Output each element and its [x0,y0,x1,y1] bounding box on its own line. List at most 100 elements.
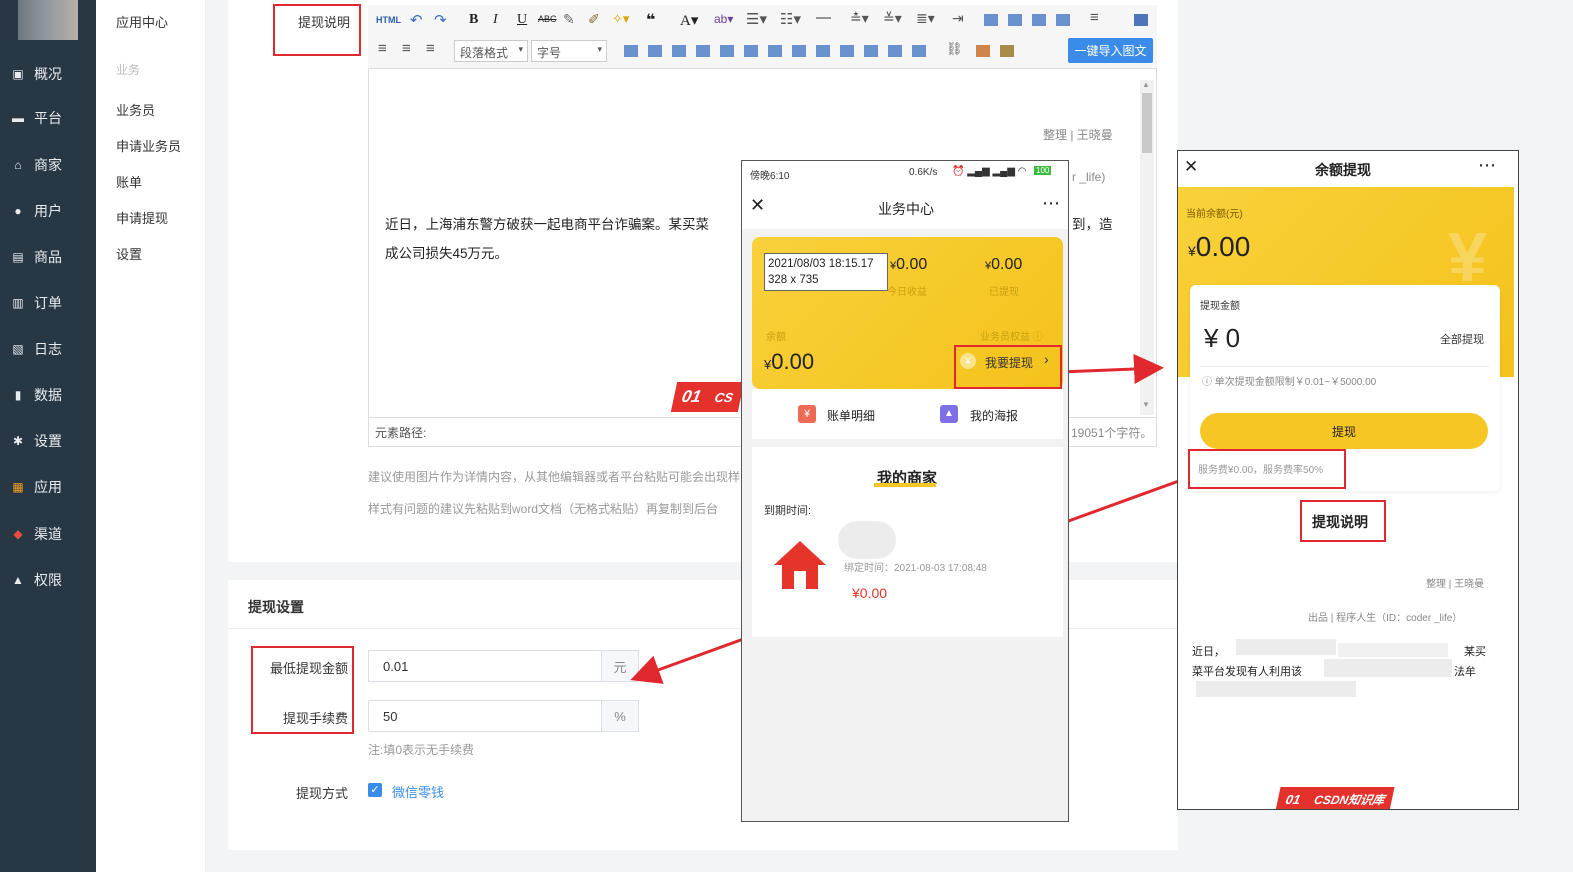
html-source-button[interactable]: HTML [376,15,401,25]
desc-body-2: 菜平台发现有人利用该 [1192,666,1302,678]
amount-input[interactable]: ¥ 0 [1204,323,1240,354]
sidebar-item-6[interactable]: ▧ 日志 [0,334,96,364]
order-icon: ▥ [12,296,24,310]
phone2-title: 余额提现 [1315,162,1371,178]
wechat-checkbox[interactable]: ✓ [368,783,382,797]
sidebar-item-10[interactable]: ◆ 渠道 [0,519,96,549]
insert-row-icon[interactable] [696,45,710,57]
bold-icon[interactable]: B [469,12,478,28]
sidebar-item-2[interactable]: ⌂ 商家 [0,150,96,180]
min-amount-input[interactable]: 0.01 [368,650,602,682]
merge-cells-icon[interactable] [792,45,806,57]
submenu-item-apply-salesman[interactable]: 申请业务员 [116,136,181,155]
withdraw-submit-button[interactable]: 提现 [1200,413,1488,449]
horizontal-rule-icon[interactable]: — [816,9,831,26]
redo-icon[interactable]: ↷ [434,11,447,29]
submenu-item-apply-withdraw[interactable]: 申请提现 [116,208,168,227]
more-icon[interactable]: ⋯ [1042,193,1060,214]
withdraw-all-link[interactable]: 全部提现 [1440,331,1484,347]
sidebar-item-0[interactable]: ▣ 概况 [0,59,96,89]
my-poster-link[interactable]: 我的海报 [970,407,1018,424]
fee-input[interactable]: 50 [368,700,602,732]
align-left-icon[interactable]: ≡ [378,40,387,57]
paragraph-spacing-top-icon[interactable]: ≛▾ [850,10,869,27]
undo-icon[interactable]: ↶ [410,11,423,29]
sidebar-item-8[interactable]: ✱ 设置 [0,426,96,456]
limit-note-text: 单次提现金额限制￥0.01~￥5000.00 [1214,377,1377,388]
editor-scrollbar-thumb[interactable] [1142,93,1152,153]
split-cols-icon[interactable] [912,45,926,57]
sidebar-item-5[interactable]: ▥ 订单 [0,288,96,318]
sidebar-item-label: 数据 [34,387,62,403]
quote-icon[interactable]: ❝ [646,10,655,30]
sidebar-item-11[interactable]: ▲ 权限 [0,565,96,595]
submenu-item-settings[interactable]: 设置 [116,244,142,263]
sidebar-item-9[interactable]: ▦ 应用 [0,472,96,502]
align-right-icon[interactable]: ≡ [426,40,435,57]
withdraw-button[interactable]: 我要提现 [985,354,1033,371]
today-earnings-label: 今日收益 [887,287,927,298]
submenu-item-salesman[interactable]: 业务员 [116,100,155,119]
signal-icon: ⏰ ▂▄▆ ▂▄▆ ◠ [952,166,1027,177]
form-divider [1200,366,1490,367]
font-color-icon[interactable]: A▾ [680,11,698,30]
fullscreen-icon[interactable] [1134,14,1148,26]
scroll-up-icon[interactable]: ▲ [1142,80,1150,89]
scroll-down-icon[interactable]: ▼ [1142,400,1150,409]
tooltip-datetime: 2021/08/03 18:15.17 [768,258,874,270]
split-cells-icon[interactable] [864,45,878,57]
import-article-button[interactable]: 一键导入图文 [1068,38,1153,63]
sidebar-item-1[interactable]: ▬ 平台 [0,103,96,133]
paragraph-spacing-bottom-icon[interactable]: ≚▾ [883,10,902,27]
magic-icon[interactable]: ✧▾ [612,11,629,27]
apps-icon: ▦ [12,480,24,494]
delete-table-icon[interactable] [648,45,662,57]
brand-logo [18,0,78,40]
unordered-list-icon[interactable]: ☷▾ [780,10,801,28]
line-height-icon[interactable]: ≣▾ [916,10,935,27]
insert-image-icon[interactable] [976,45,990,57]
indent-icon[interactable]: ⇥ [952,10,964,27]
wechat-option-label[interactable]: 微信零钱 [392,782,444,801]
image-center-icon[interactable] [1056,14,1070,26]
ordered-list-icon[interactable]: ☰▾ [746,10,767,28]
merge-down-icon[interactable] [840,45,854,57]
more-icon[interactable]: ⋯ [1478,155,1496,176]
image-right-icon[interactable] [1032,14,1046,26]
delete-col-icon[interactable] [768,45,782,57]
method-label: 提现方式 [295,786,348,801]
insert-media-icon[interactable] [1000,45,1014,57]
submenu-item-bill[interactable]: 账单 [116,172,142,191]
highlight-color-icon[interactable]: ab▾ [714,12,733,26]
paragraph-format-select[interactable]: 段落格式 ▾ [454,40,528,62]
char-count: 19051个字符。 [1071,426,1153,440]
bill-detail-link[interactable]: 账单明细 [827,407,875,424]
format-brush-icon[interactable]: ✐ [588,11,600,28]
align-justify-icon[interactable]: ≡ [1090,9,1099,26]
sidebar-item-7[interactable]: ▮ 数据 [0,380,96,410]
underline-icon[interactable]: U [517,12,527,28]
split-rows-icon[interactable] [888,45,902,57]
delete-row-icon[interactable] [720,45,734,57]
screenshot-root: ▣ 概况 ▬ 平台 ⌂ 商家 ● 用户 ▤ 商品 ▥ 订单 ▧ 日志 ▮ 数据 ✱ 设置 ▦ 应用 ◆ 渠道 ▲ 权限 应用中… [0,0,1573,872]
italic-icon[interactable]: I [493,12,498,28]
image-left-icon[interactable] [984,14,998,26]
link-icon[interactable]: ⛓ [946,41,963,57]
insert-table-icon[interactable] [624,45,638,57]
eraser-icon[interactable]: ✎ [563,11,575,28]
font-size-select[interactable]: 字号 ▾ [531,40,607,62]
merge-right-icon[interactable] [816,45,830,57]
watermark-text: CSDN知识库 [1312,792,1386,807]
image-none-icon[interactable] [1008,14,1022,26]
sidebar-item-4[interactable]: ▤ 商品 [0,242,96,272]
chevron-right-icon[interactable]: › [1044,351,1049,367]
align-center-icon[interactable]: ≡ [402,40,411,57]
strikethrough-icon[interactable]: ABC [538,14,557,24]
editor-hint-1: 建议使用图片作为详情内容，从其他编辑器或者平台粘贴可能会出现样 [368,470,741,484]
sidebar-item-3[interactable]: ● 用户 [0,196,96,226]
insert-col-icon[interactable] [744,45,758,57]
insert-paragraph-before-table-icon[interactable] [672,45,686,57]
paragraph-format-value: 段落格式 [460,46,509,60]
gear-icon: ✱ [12,434,24,448]
cube-icon: ◆ [13,527,23,541]
